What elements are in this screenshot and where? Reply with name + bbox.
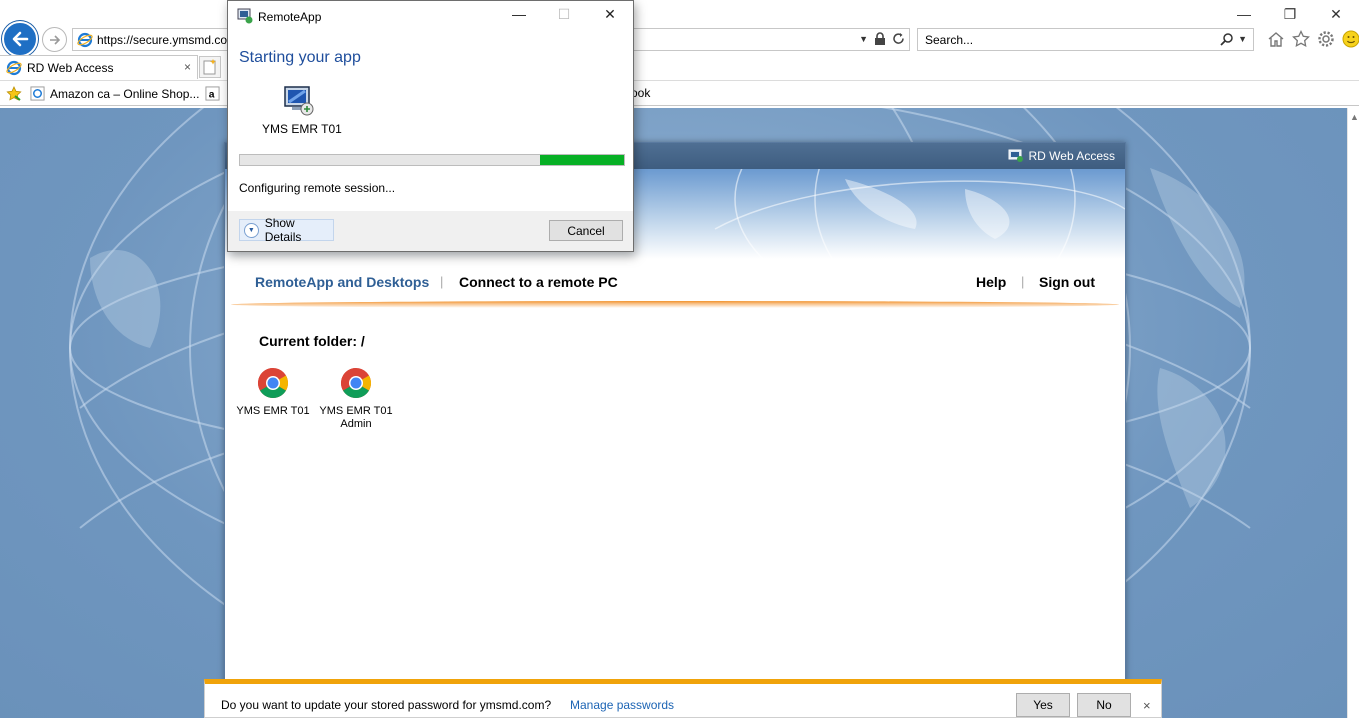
search-dropdown-icon[interactable]: ▼ bbox=[1238, 34, 1247, 44]
password-notification-bar: Do you want to update your stored passwo… bbox=[204, 679, 1162, 718]
feedback-smiley-icon[interactable] bbox=[1341, 29, 1359, 48]
scroll-up-icon[interactable]: ▲ bbox=[1350, 112, 1359, 122]
dialog-app-name: YMS EMR T01 bbox=[262, 122, 342, 136]
dialog-titlebar[interactable]: RemoteApp — ☐ ✕ bbox=[228, 1, 633, 31]
favorite-amazon-icon[interactable]: a bbox=[205, 86, 220, 101]
cancel-button[interactable]: Cancel bbox=[549, 220, 623, 241]
dialog-title: RemoteApp bbox=[258, 10, 322, 24]
dialog-status: Configuring remote session... bbox=[239, 181, 396, 195]
remoteapp-dialog: RemoteApp — ☐ ✕ Starting your app YMS EM… bbox=[227, 0, 634, 252]
password-message: Do you want to update your stored passwo… bbox=[221, 698, 552, 712]
refresh-icon[interactable] bbox=[892, 32, 905, 45]
tab-remoteapp-desktops[interactable]: RemoteApp and Desktops bbox=[255, 274, 429, 290]
app-tile-yms-emr[interactable]: YMS EMR T01 bbox=[233, 367, 313, 418]
search-icon[interactable] bbox=[1220, 32, 1234, 46]
current-folder-label: Current folder: / bbox=[259, 333, 365, 349]
favorites-bar-star-icon[interactable] bbox=[6, 86, 22, 102]
show-details-label: Show Details bbox=[264, 216, 302, 244]
back-arrow-icon bbox=[12, 31, 29, 47]
progress-fill bbox=[540, 155, 624, 165]
favorites-bar: Amazon ca – Online Shop... a ook bbox=[0, 80, 1359, 106]
window-controls: — ❐ ✕ bbox=[1221, 0, 1359, 28]
remote-desktop-icon bbox=[1008, 149, 1023, 162]
help-link[interactable]: Help bbox=[976, 274, 1006, 290]
dialog-close-button[interactable]: ✕ bbox=[595, 6, 625, 23]
no-button[interactable]: No bbox=[1077, 693, 1131, 717]
restore-button[interactable]: ❐ bbox=[1267, 0, 1313, 28]
home-icon[interactable] bbox=[1266, 29, 1285, 48]
app-tile-yms-emr-admin[interactable]: YMS EMR T01 Admin bbox=[316, 367, 396, 431]
page-background: RD Web Access RemoteApp and Desktops | C… bbox=[0, 108, 1347, 718]
ie-tab-icon bbox=[6, 60, 22, 76]
tab-label: RD Web Access bbox=[27, 61, 114, 75]
nav-underline bbox=[231, 301, 1119, 308]
back-button[interactable] bbox=[2, 21, 38, 57]
manage-passwords-link[interactable]: Manage passwords bbox=[570, 698, 674, 712]
rd-brand-label: RD Web Access bbox=[1028, 149, 1115, 163]
favorite-amazon-ca[interactable]: Amazon ca – Online Shop... bbox=[30, 86, 199, 101]
svg-text:a: a bbox=[209, 89, 215, 100]
search-placeholder: Search... bbox=[925, 33, 974, 47]
dialog-footer: ▼ Show Details Cancel bbox=[228, 211, 633, 251]
rd-brand: RD Web Access bbox=[1008, 149, 1115, 163]
chrome-icon bbox=[340, 368, 372, 399]
favorites-star-icon[interactable] bbox=[1291, 29, 1310, 48]
tab-connect-remote-pc[interactable]: Connect to a remote PC bbox=[459, 274, 618, 290]
tab-close-icon[interactable]: × bbox=[184, 60, 191, 74]
minimize-button[interactable]: — bbox=[1221, 0, 1267, 28]
settings-gear-icon[interactable] bbox=[1316, 29, 1335, 48]
nav-separator: | bbox=[440, 274, 444, 289]
app-label: YMS EMR T01 bbox=[236, 405, 310, 417]
show-details-button[interactable]: ▼ Show Details bbox=[239, 216, 334, 244]
lock-icon[interactable] bbox=[874, 32, 886, 45]
close-window-button[interactable]: ✕ bbox=[1313, 0, 1359, 28]
chrome-icon bbox=[257, 368, 289, 399]
sign-out-link[interactable]: Sign out bbox=[1039, 274, 1095, 290]
toolbar-icons bbox=[1266, 29, 1359, 48]
vertical-scrollbar[interactable]: ▲ bbox=[1347, 108, 1359, 718]
tab-rd-web-access[interactable]: RD Web Access × bbox=[0, 55, 198, 79]
yes-button[interactable]: Yes bbox=[1016, 693, 1070, 717]
favorite-label: Amazon ca – Online Shop... bbox=[50, 86, 200, 101]
chevron-down-icon: ▼ bbox=[244, 222, 259, 238]
nav-separator: | bbox=[1021, 274, 1025, 289]
amazon-favicon: a bbox=[205, 86, 220, 101]
app-label: YMS EMR T01 Admin bbox=[319, 405, 393, 430]
rd-nav-bar: RemoteApp and Desktops | Connect to a re… bbox=[225, 259, 1125, 303]
forward-button[interactable] bbox=[42, 27, 67, 52]
search-box[interactable]: Search... ▼ bbox=[917, 28, 1254, 51]
dialog-maximize-button: ☐ bbox=[557, 6, 571, 22]
remote-app-monitor-icon bbox=[284, 86, 314, 116]
forward-arrow-icon bbox=[49, 34, 60, 45]
dialog-heading: Starting your app bbox=[239, 49, 361, 66]
ie-favicon bbox=[30, 86, 45, 101]
progress-bar bbox=[239, 154, 625, 166]
dropdown-arrow-icon[interactable]: ▼ bbox=[859, 34, 868, 44]
new-tab-button[interactable] bbox=[199, 56, 221, 78]
browser-chrome: — ❐ ✕ https://secure.ymsmd.co ▼ Search..… bbox=[0, 0, 1359, 108]
close-notification-icon[interactable]: × bbox=[1143, 698, 1151, 713]
new-tab-icon bbox=[203, 59, 216, 75]
remoteapp-icon bbox=[237, 8, 253, 24]
dialog-minimize-button[interactable]: — bbox=[504, 6, 534, 22]
ie-page-icon bbox=[77, 32, 93, 48]
address-url: https://secure.ymsmd.co bbox=[97, 33, 228, 47]
